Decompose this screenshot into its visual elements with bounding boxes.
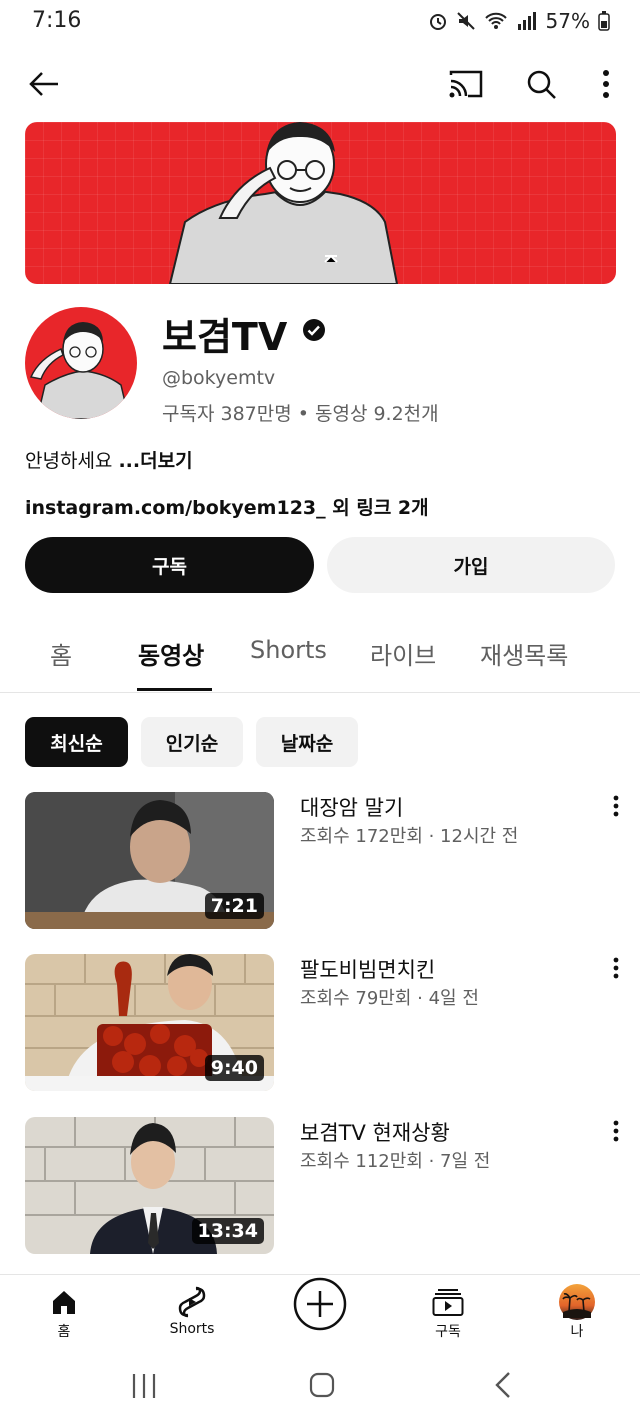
active-tab-indicator bbox=[137, 688, 212, 691]
nav-create[interactable] bbox=[275, 1275, 365, 1355]
description-text: 안녕하세요 bbox=[25, 450, 119, 472]
battery-icon bbox=[598, 11, 610, 31]
battery-percent: 57% bbox=[545, 9, 590, 33]
chip-latest[interactable]: 최신순 bbox=[25, 717, 128, 767]
home-icon bbox=[53, 1291, 75, 1314]
bottom-nav: 홈 Shorts 구독 나 bbox=[0, 1274, 640, 1355]
create-plus-icon bbox=[293, 1277, 347, 1331]
channel-description[interactable]: 안녕하세요 ...더보기 bbox=[25, 446, 193, 473]
video-title[interactable]: 대장암 말기 bbox=[300, 792, 403, 822]
mute-icon bbox=[456, 12, 475, 30]
subscriptions-icon bbox=[432, 1289, 464, 1316]
video-more-icon[interactable] bbox=[604, 954, 628, 984]
video-title[interactable]: 팔도비빔면치킨 bbox=[300, 954, 435, 984]
nav-shorts-label: Shorts bbox=[169, 1321, 215, 1337]
video-title[interactable]: 보겸TV 현재상황 bbox=[300, 1117, 450, 1147]
recent-apps-icon[interactable] bbox=[131, 1372, 157, 1400]
channel-name: 보겸TV bbox=[162, 315, 288, 359]
tab-shorts[interactable]: Shorts bbox=[250, 636, 327, 664]
nav-home-label: 홈 bbox=[57, 1324, 71, 1340]
channel-avatar[interactable] bbox=[25, 307, 137, 419]
channel-tabs: 홈 동영상 Shorts 라이브 재생목록 bbox=[0, 620, 640, 693]
tab-videos[interactable]: 동영상 bbox=[138, 636, 204, 671]
join-button[interactable]: 가입 bbox=[327, 537, 615, 593]
video-more-icon[interactable] bbox=[604, 1117, 628, 1147]
back-arrow-icon[interactable] bbox=[28, 69, 60, 99]
status-icons: 57% bbox=[428, 9, 610, 33]
home-button-icon[interactable] bbox=[309, 1371, 335, 1399]
status-bar: 7:16 57% bbox=[0, 0, 640, 46]
search-icon[interactable] bbox=[525, 68, 557, 100]
video-thumbnail[interactable]: 9:40 bbox=[25, 954, 274, 1091]
banner-illustration bbox=[168, 122, 399, 284]
video-meta: 조회수 79만회 · 4일 전 bbox=[300, 988, 479, 1009]
video-more-icon[interactable] bbox=[604, 792, 628, 822]
system-nav-bar bbox=[0, 1356, 640, 1422]
tab-live[interactable]: 라이브 bbox=[370, 636, 436, 671]
avatar-illustration bbox=[29, 322, 130, 419]
app-bar bbox=[0, 56, 640, 112]
nav-subscriptions-label: 구독 bbox=[435, 1324, 461, 1340]
nav-you[interactable]: 나 bbox=[532, 1275, 622, 1355]
video-thumbnail[interactable]: 7:21 bbox=[25, 792, 274, 929]
tab-playlists[interactable]: 재생목록 bbox=[480, 636, 568, 671]
nav-shorts[interactable]: Shorts bbox=[147, 1275, 237, 1355]
system-back-icon[interactable] bbox=[492, 1371, 514, 1399]
profile-avatar bbox=[559, 1284, 595, 1320]
verified-badge-icon bbox=[303, 319, 325, 341]
chip-oldest[interactable]: 날짜순 bbox=[256, 717, 358, 767]
chip-popular[interactable]: 인기순 bbox=[141, 717, 243, 767]
wifi-icon bbox=[484, 12, 507, 29]
video-duration: 7:21 bbox=[204, 893, 264, 919]
cast-icon[interactable] bbox=[448, 69, 484, 99]
subscribe-button[interactable]: 구독 bbox=[25, 537, 314, 593]
channel-handle: @bokyemtv bbox=[162, 367, 276, 389]
link-suffix: 외 링크 2개 bbox=[325, 497, 429, 519]
nav-home[interactable]: 홈 bbox=[19, 1275, 109, 1355]
signal-icon bbox=[517, 12, 536, 30]
more-link[interactable]: ...더보기 bbox=[118, 450, 192, 472]
link-url[interactable]: instagram.com/bokyem123_ bbox=[25, 497, 326, 519]
nav-subscriptions[interactable]: 구독 bbox=[403, 1275, 493, 1355]
video-meta: 조회수 172만회 · 12시간 전 bbox=[300, 826, 519, 847]
nav-you-label: 나 bbox=[570, 1324, 584, 1340]
channel-stats: 구독자 387만명 • 동영상 9.2천개 bbox=[162, 403, 439, 425]
video-duration: 13:34 bbox=[191, 1218, 264, 1244]
alarm-icon bbox=[429, 14, 446, 30]
more-vert-icon[interactable] bbox=[600, 69, 612, 99]
video-duration: 9:40 bbox=[204, 1055, 264, 1081]
channel-links[interactable]: instagram.com/bokyem123_ 외 링크 2개 bbox=[25, 493, 429, 520]
channel-banner bbox=[25, 122, 616, 284]
status-time: 7:16 bbox=[32, 8, 82, 33]
video-thumbnail[interactable]: 13:34 bbox=[25, 1117, 274, 1254]
tab-home[interactable]: 홈 bbox=[50, 636, 72, 671]
shorts-icon bbox=[178, 1286, 206, 1318]
video-meta: 조회수 112만회 · 7일 전 bbox=[300, 1151, 491, 1172]
